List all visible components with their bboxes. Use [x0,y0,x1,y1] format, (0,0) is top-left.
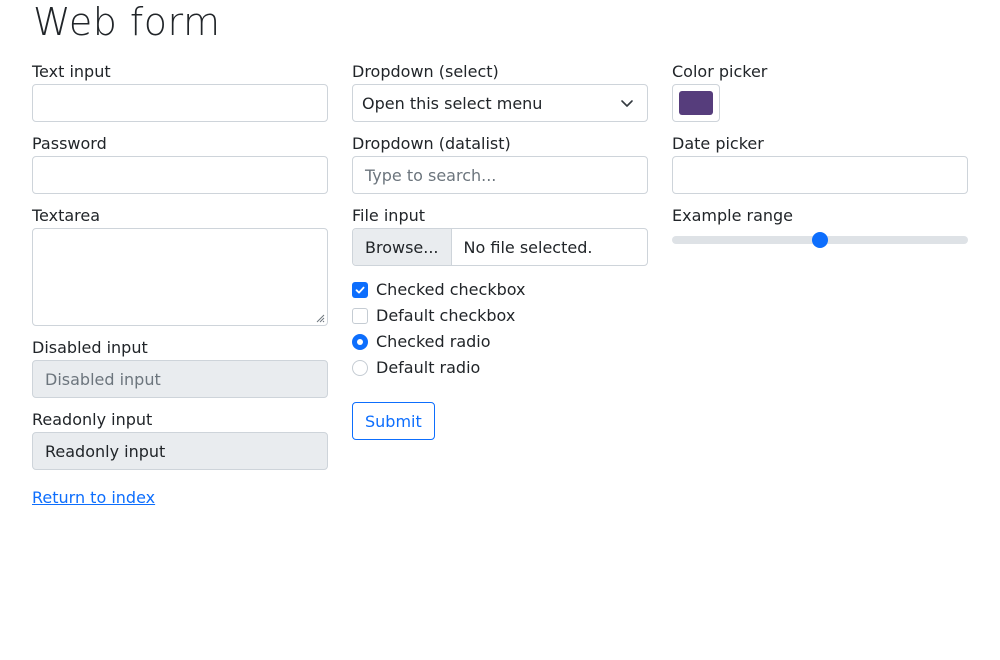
default-radio[interactable]: Default radio [352,356,648,380]
page-title: Web form [33,0,221,44]
return-to-index-link[interactable]: Return to index [32,488,155,508]
checked-radio[interactable]: Checked radio [352,330,648,354]
disabled-input-group: Disabled input Disabled input [32,338,328,398]
text-input-label: Text input [32,62,111,81]
file-input-label: File input [352,206,426,225]
date-picker-group: Date picker [672,134,968,194]
date-picker-label: Date picker [672,134,764,153]
select-value: Open this select menu [362,93,543,113]
readonly-input-label: Readonly input [32,410,153,429]
datalist-group: Dropdown (datalist) Type to search... [352,134,648,194]
form-column-1: Text input Password Textarea Disabled in… [32,62,328,482]
date-picker-input[interactable] [672,156,968,194]
textarea-label: Textarea [32,206,101,225]
textarea-input[interactable] [32,228,328,326]
password-input[interactable] [32,156,328,194]
textarea-group: Textarea [32,206,328,326]
default-radio-label: Default radio [376,358,481,377]
select-label: Dropdown (select) [352,62,499,81]
example-range-slider[interactable] [672,228,968,252]
color-picker-group: Color picker [672,62,968,122]
color-swatch [679,91,713,115]
readonly-input-group: Readonly input Readonly input [32,410,328,470]
submit-button[interactable]: Submit [352,402,435,440]
resize-grip-icon[interactable] [315,313,325,323]
password-group: Password [32,134,328,194]
readonly-input-value: Readonly input [45,441,166,461]
checked-checkbox-label: Checked checkbox [376,280,526,299]
file-input-group: File input Browse... No file selected. [352,206,648,266]
chevron-down-icon [621,100,633,107]
text-input-group: Text input [32,62,328,122]
checkbox-checked-icon[interactable] [352,282,368,298]
radio-checked-icon[interactable] [352,334,368,350]
default-checkbox[interactable]: Default checkbox [352,304,648,328]
datalist-placeholder: Type to search... [365,165,497,185]
checks-group: Checked checkbox Default checkbox Checke… [352,278,648,380]
checkbox-unchecked-icon[interactable] [352,308,368,324]
default-checkbox-label: Default checkbox [376,306,516,325]
datalist-label: Dropdown (datalist) [352,134,511,153]
disabled-input: Disabled input [32,360,328,398]
password-label: Password [32,134,107,153]
color-picker[interactable] [672,84,720,122]
form-column-2: Dropdown (select) Open this select menu … [352,62,648,440]
file-status: No file selected. [463,237,593,257]
select-group: Dropdown (select) Open this select menu [352,62,648,122]
disabled-input-label: Disabled input [32,338,148,357]
file-input[interactable]: Browse... No file selected. [352,228,648,266]
readonly-input[interactable]: Readonly input [32,432,328,470]
checked-checkbox[interactable]: Checked checkbox [352,278,648,302]
text-input[interactable] [32,84,328,122]
dropdown-select[interactable]: Open this select menu [352,84,648,122]
range-thumb[interactable] [812,232,828,248]
checked-radio-label: Checked radio [376,332,491,351]
form-column-3: Color picker Date picker Example range [672,62,968,264]
radio-unchecked-icon[interactable] [352,360,368,376]
range-label: Example range [672,206,794,225]
browse-button[interactable]: Browse... [353,229,452,265]
datalist-input[interactable]: Type to search... [352,156,648,194]
range-group: Example range [672,206,968,252]
color-picker-label: Color picker [672,62,768,81]
disabled-input-placeholder: Disabled input [45,369,161,389]
web-form-page: Web form Text input Password Textarea Di… [0,0,1000,660]
